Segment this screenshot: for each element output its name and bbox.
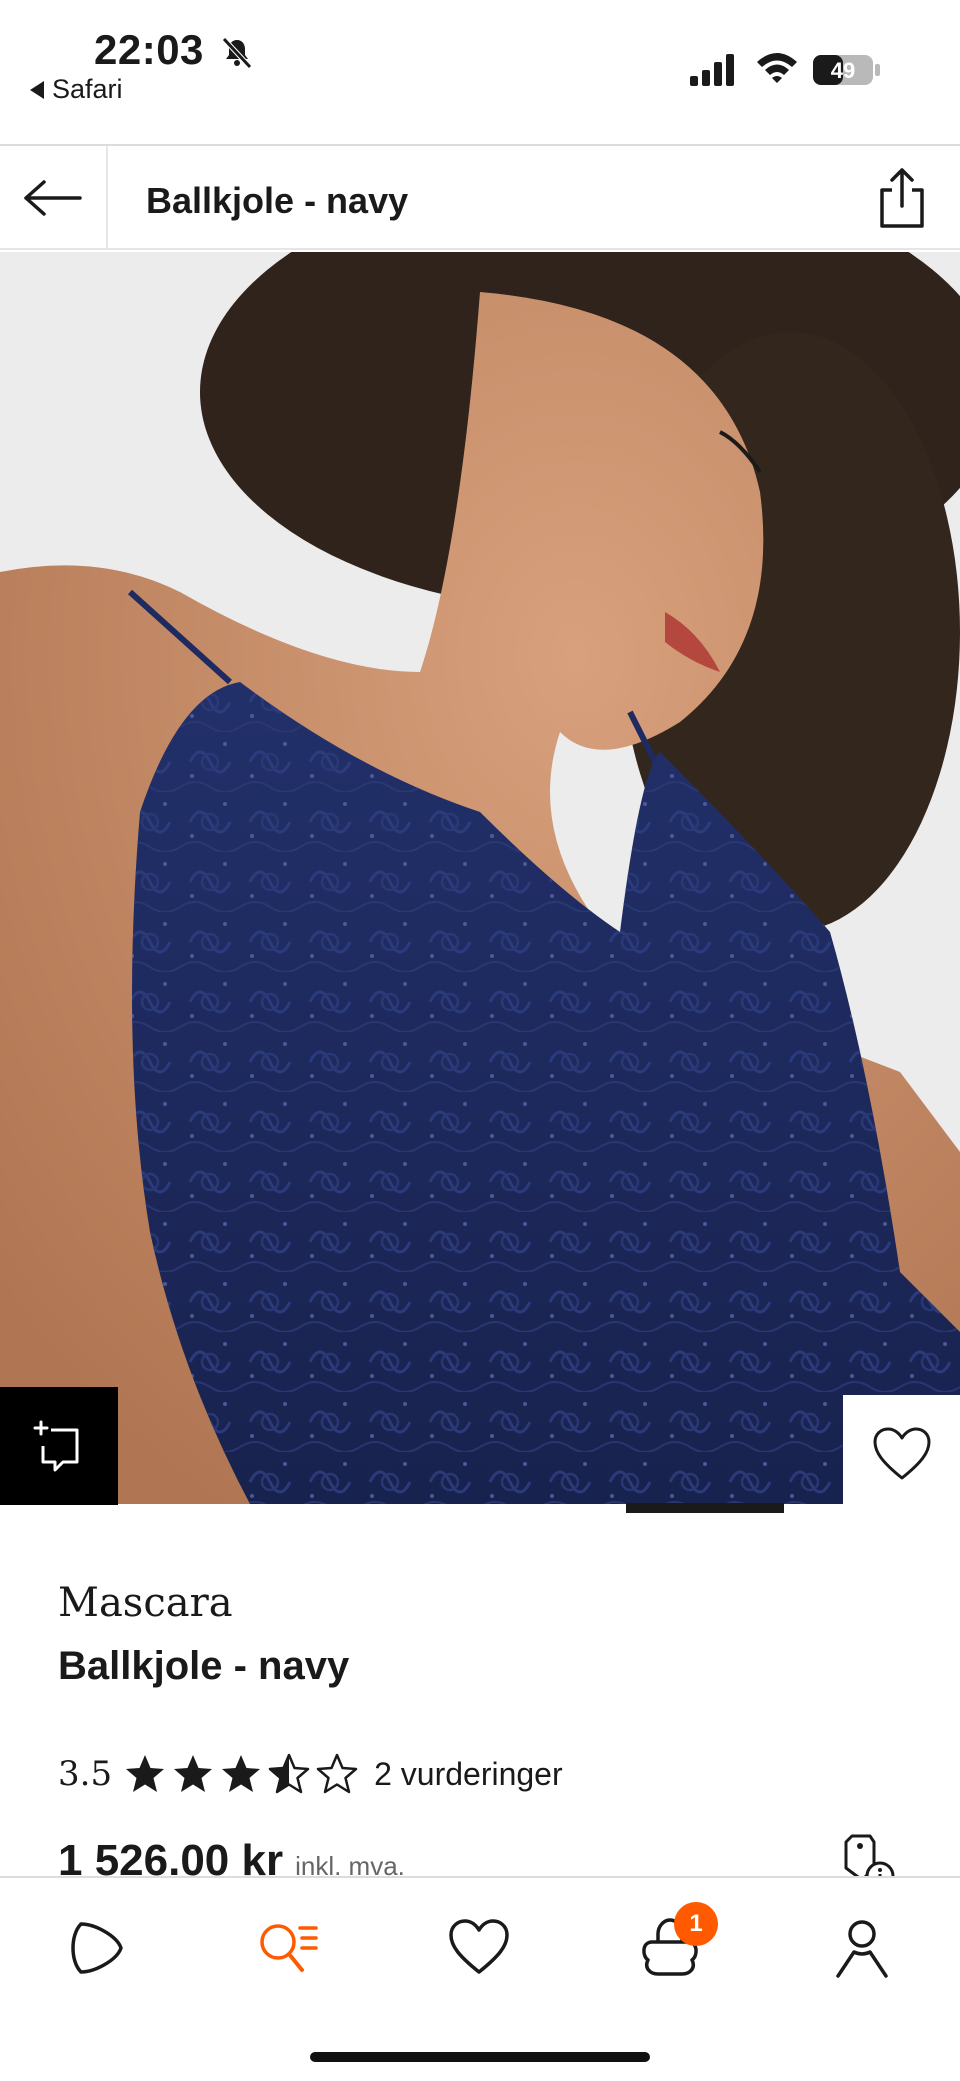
search-list-icon (260, 1924, 318, 1972)
nav-wishlist[interactable] (439, 1908, 519, 1988)
product-photo (0, 252, 960, 1504)
bottom-navigation: 1 (0, 1876, 960, 2081)
back-triangle-icon (30, 80, 44, 99)
arrow-left-icon (24, 180, 82, 216)
rating-value: 3.5 (58, 1754, 113, 1794)
heart-icon (873, 1427, 930, 1480)
rating-row[interactable]: 3.5 2 vurderinger (58, 1750, 563, 1798)
app-header: Ballkjole - navy (0, 144, 960, 250)
back-button[interactable] (0, 146, 108, 250)
wifi-icon (757, 53, 797, 83)
cart-badge: 1 (674, 1902, 718, 1946)
share-icon[interactable] (874, 166, 930, 230)
nav-cart[interactable]: 1 (630, 1902, 718, 1988)
signal-icon (690, 54, 734, 86)
battery-level: 49 (831, 58, 855, 83)
brand-name[interactable]: Mascara (58, 1580, 233, 1626)
rating-count: 2 vurderinger (374, 1755, 563, 1792)
nav-home[interactable] (57, 1908, 137, 1988)
page-title: Ballkjole - navy (146, 180, 409, 221)
star-full-icon (126, 1755, 165, 1792)
back-to-app[interactable]: Safari (30, 74, 123, 105)
person-icon (836, 1920, 888, 1978)
star-half-icon (268, 1753, 310, 1794)
battery-icon: 49 (813, 55, 880, 85)
wishlist-button[interactable] (843, 1395, 960, 1513)
home-indicator (310, 2052, 650, 2062)
nav-search[interactable] (248, 1908, 328, 1988)
status-bar: 22:03 Safari 49 (0, 0, 960, 144)
product-image[interactable] (0, 252, 960, 1504)
heart-icon (449, 1919, 509, 1974)
ar-try-on-button[interactable] (0, 1387, 118, 1505)
bell-slash-icon (222, 37, 252, 69)
play-logo-icon (71, 1922, 123, 1974)
star-full-icon (222, 1755, 261, 1792)
star-empty-icon (316, 1753, 358, 1794)
back-app-label: Safari (52, 74, 123, 104)
carousel-indicator (626, 1503, 784, 1513)
nav-account[interactable] (822, 1908, 902, 1988)
star-full-icon (174, 1755, 213, 1792)
product-name: Ballkjole - navy (58, 1644, 350, 1688)
status-time: 22:03 (94, 26, 204, 73)
rating-stars (124, 1753, 358, 1795)
ar-try-on-icon (33, 1420, 79, 1472)
